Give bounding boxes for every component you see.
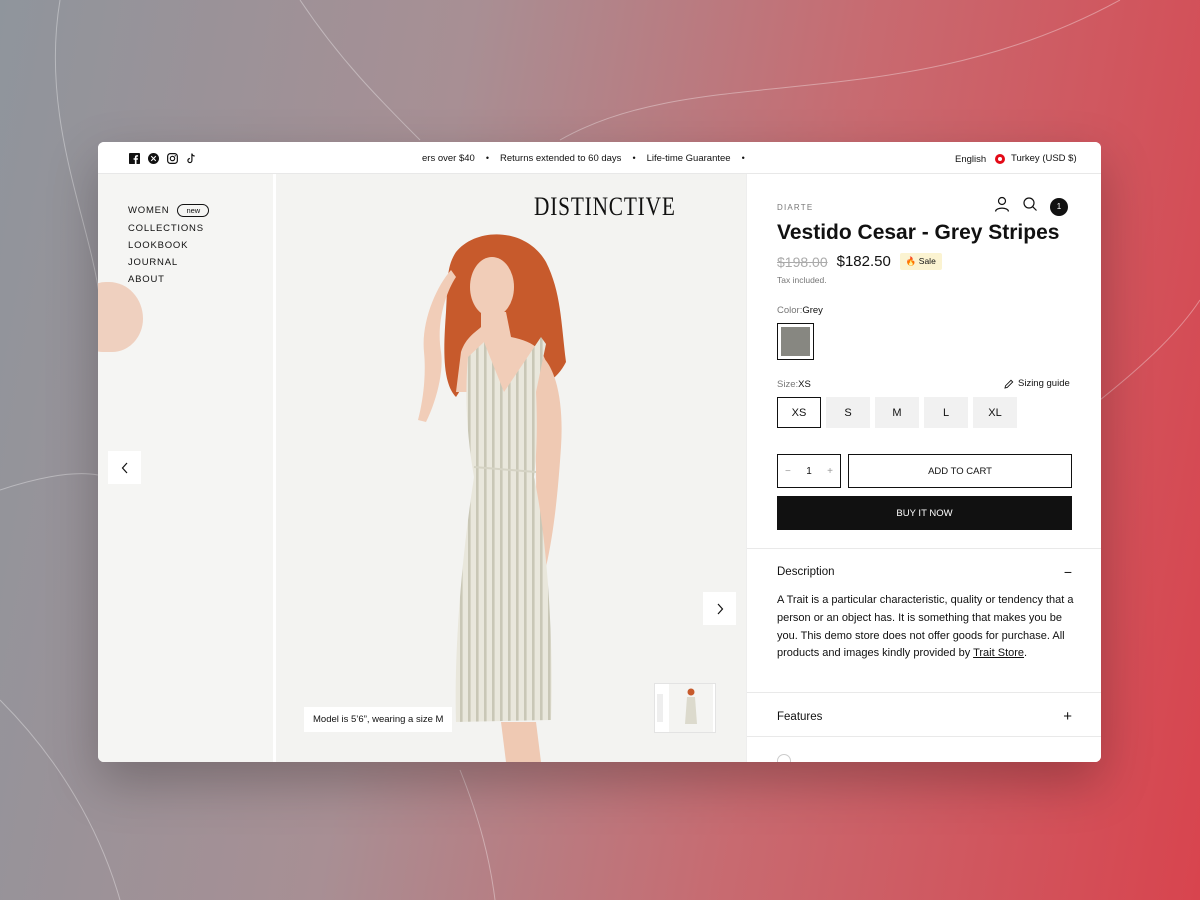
compare-at-price: $198.00	[777, 253, 828, 270]
partially-visible-icon	[777, 754, 791, 762]
color-label: Color:Grey	[777, 305, 823, 316]
x-twitter-icon[interactable]	[147, 152, 159, 164]
description-text: A Trait is a particular characteristic, …	[777, 594, 1074, 660]
model-size-caption: Model is 5’6”, wearing a size M	[304, 707, 453, 732]
nav-item-collections[interactable]: COLLECTIONS	[128, 223, 209, 234]
swatch-fill	[781, 327, 810, 356]
main-navigation: WOMEN new COLLECTIONS LOOKBOOK JOURNAL A…	[128, 204, 210, 285]
new-badge: new	[177, 204, 210, 217]
pencil-icon	[1004, 379, 1014, 389]
separator: •	[741, 153, 745, 163]
search-icon[interactable]	[1022, 196, 1038, 217]
size-option-xs[interactable]: XS	[777, 397, 821, 428]
buy-it-now-button[interactable]: BUY IT NOW	[777, 496, 1072, 530]
description-accordion-header[interactable]: Description −	[777, 564, 1072, 580]
color-swatch-grey[interactable]	[777, 323, 814, 360]
account-icon[interactable]	[994, 196, 1010, 217]
size-options: XS S M L XL	[777, 397, 1017, 428]
product-description: A Trait is a particular characteristic, …	[777, 592, 1077, 663]
tax-note: Tax included.	[777, 275, 827, 285]
instagram-icon[interactable]	[166, 152, 178, 164]
announcement-text: Returns extended to 60 days	[499, 153, 622, 164]
facebook-icon[interactable]	[128, 152, 140, 164]
add-to-cart-button[interactable]: ADD TO CART	[848, 454, 1072, 488]
tiktok-icon[interactable]	[185, 152, 197, 164]
gallery-next-button[interactable]	[703, 592, 736, 625]
size-label: Size:XS	[777, 379, 811, 390]
language-selector[interactable]: English	[955, 154, 986, 165]
product-vendor[interactable]: DIARTE	[777, 203, 813, 212]
accordion-title: Description	[777, 566, 835, 578]
color-label-text: Color:	[777, 305, 803, 316]
description-end: .	[1024, 647, 1028, 660]
gallery-prev-button[interactable]	[108, 451, 141, 484]
turkey-flag-icon	[995, 153, 1005, 164]
sale-price: $182.50	[836, 253, 891, 270]
sizing-guide-label: Sizing guide	[1018, 378, 1070, 389]
announcement-ticker: ers over $40 • Returns extended to 60 da…	[422, 153, 745, 164]
quantity-stepper: − 1 +	[777, 454, 841, 488]
sizing-guide-link[interactable]: Sizing guide	[1004, 378, 1070, 389]
selected-color: Grey	[802, 305, 823, 316]
thumbnail-image	[657, 684, 713, 732]
trait-store-link[interactable]: Trait Store	[973, 647, 1024, 659]
previous-image-panel: WOMEN new COLLECTIONS LOOKBOOK JOURNAL A…	[98, 174, 273, 762]
sale-badge: 🔥 Sale	[899, 253, 942, 270]
nav-label: WOMEN	[128, 205, 170, 216]
price-row: $198.00 $182.50 🔥 Sale	[777, 253, 942, 270]
size-option-l[interactable]: L	[924, 397, 968, 428]
section-divider	[747, 692, 1101, 693]
currency-selector[interactable]: Turkey (USD $)	[995, 153, 1077, 164]
selected-size: XS	[798, 379, 811, 390]
header-actions: 1	[994, 196, 1068, 217]
accordion-title: Features	[777, 710, 823, 723]
quantity-decrease-button[interactable]: −	[785, 466, 791, 477]
chevron-left-icon	[121, 462, 127, 473]
brand-logo[interactable]: DISTINCTIVE	[534, 192, 676, 222]
browser-window: ers over $40 • Returns extended to 60 da…	[98, 142, 1101, 762]
cart-count-badge[interactable]: 1	[1050, 197, 1068, 216]
nav-item-lookbook[interactable]: LOOKBOOK	[128, 240, 209, 251]
product-info-panel: DIARTE 1 Vestido Cesar - Grey Stripes $1…	[746, 174, 1101, 762]
size-option-xl[interactable]: XL	[973, 397, 1017, 428]
currency-label: Turkey (USD $)	[1011, 153, 1077, 164]
announcement-text: ers over $40	[422, 153, 475, 164]
size-option-m[interactable]: M	[875, 397, 919, 428]
features-accordion-header[interactable]: Features +	[777, 708, 1072, 725]
size-label-text: Size:	[777, 379, 799, 390]
announcement-text: Life-time Guarantee	[646, 153, 731, 164]
expand-icon: +	[1063, 708, 1072, 725]
model-product-image	[418, 234, 566, 762]
quantity-value[interactable]: 1	[806, 466, 812, 477]
nav-item-journal[interactable]: JOURNAL	[128, 257, 209, 268]
chevron-right-icon	[717, 603, 723, 614]
product-title: Vestido Cesar - Grey Stripes	[777, 221, 1060, 244]
product-gallery: DISTINCTIVE Model is 5’6”, wearing a siz…	[276, 174, 746, 762]
gallery-thumbnail[interactable]	[654, 683, 716, 733]
collapse-icon: −	[1063, 564, 1072, 580]
social-links	[128, 152, 197, 164]
size-option-s[interactable]: S	[826, 397, 870, 428]
nav-item-about[interactable]: ABOUT	[128, 274, 209, 285]
hand-image-fragment	[98, 282, 143, 352]
nav-item-women[interactable]: WOMEN new	[128, 204, 210, 217]
announcement-bar: ers over $40 • Returns extended to 60 da…	[98, 142, 1101, 174]
section-divider	[747, 548, 1101, 549]
quantity-increase-button[interactable]: +	[827, 466, 833, 477]
section-divider	[747, 736, 1101, 737]
